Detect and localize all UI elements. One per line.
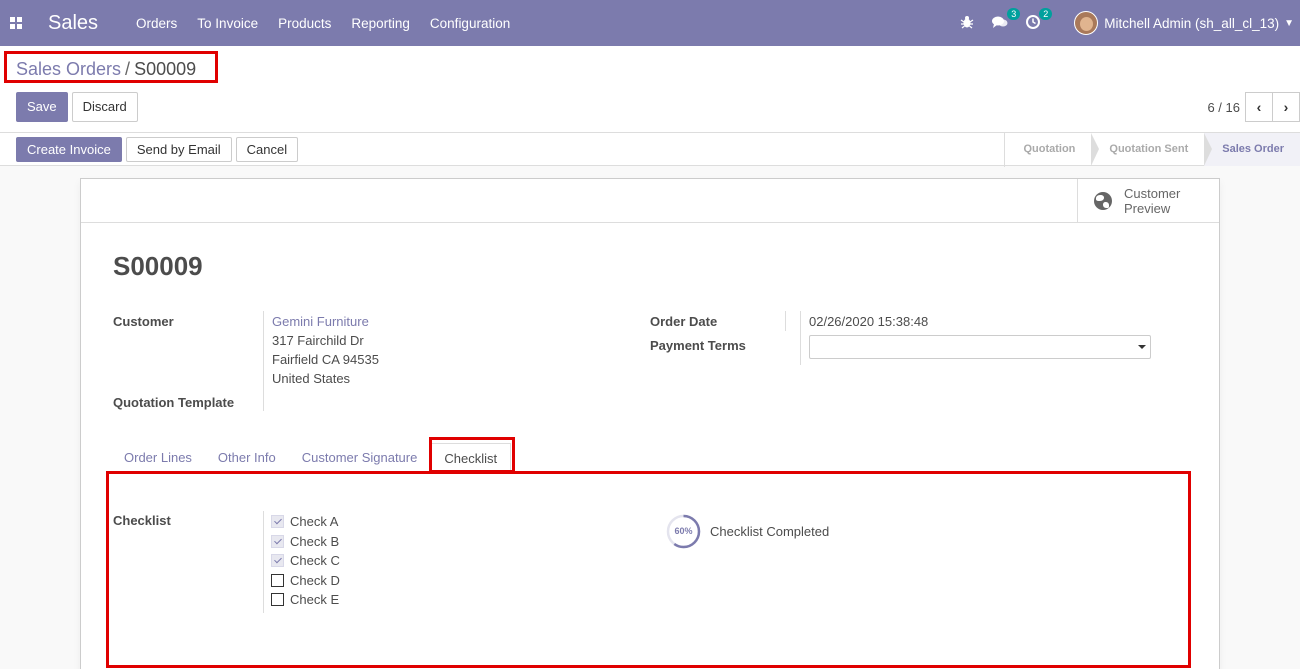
form-buttons: Save Discard: [16, 92, 138, 122]
caret-down-icon[interactable]: ▼: [1284, 18, 1294, 29]
tab-divider: [111, 472, 1189, 473]
stage-quotation-sent[interactable]: Quotation Sent: [1091, 133, 1213, 166]
cancel-button[interactable]: Cancel: [235, 137, 299, 162]
navbar-systray: 3 2 Mitchell Admin (sh_all_cl_13) ▼: [960, 0, 1300, 46]
main-menu: Orders To Invoice Products Reporting Con…: [136, 16, 530, 31]
pager: 6 / 16 ‹ ›: [1207, 92, 1300, 122]
tab-order-lines[interactable]: Order Lines: [111, 443, 205, 473]
send-by-email-button[interactable]: Send by Email: [125, 137, 232, 162]
order-date-value[interactable]: 02/26/2020 15:38:48: [809, 314, 928, 329]
customer-preview-line-1: Customer: [1124, 186, 1181, 201]
discard-button[interactable]: Discard: [71, 92, 138, 122]
address-line-2: Fairfield CA 94535: [272, 352, 379, 367]
quotation-template-label: Quotation Template: [113, 395, 235, 410]
checkbox-unchecked[interactable]: [271, 573, 284, 587]
user-avatar[interactable]: [1074, 11, 1099, 35]
menu-orders[interactable]: Orders: [136, 16, 177, 31]
tab-customer-signature[interactable]: Customer Signature: [289, 443, 431, 473]
checkbox-checked[interactable]: [271, 554, 284, 568]
apps-menu-icon[interactable]: [0, 0, 32, 46]
control-panel: Sales Orders / S00009 Save Discard 6 / 16 …: [0, 46, 1300, 167]
checklist-item-label: Check B: [290, 533, 340, 549]
customer-link[interactable]: Gemini Furniture: [272, 314, 369, 329]
globe-icon: [1094, 192, 1112, 210]
checklist-item[interactable]: Check E: [271, 590, 340, 610]
menu-products[interactable]: Products: [278, 16, 331, 31]
create-invoice-button[interactable]: Create Invoice: [16, 137, 122, 162]
form-sheet: Customer Preview S00009 Customer Gemini …: [80, 178, 1220, 669]
bug-icon[interactable]: [960, 15, 974, 32]
customer-preview-label: Customer Preview: [1124, 186, 1180, 216]
menu-configuration[interactable]: Configuration: [430, 16, 510, 31]
checklist-item-label: Check C: [290, 553, 340, 569]
stage-sales-order[interactable]: Sales Order: [1204, 133, 1300, 166]
user-menu[interactable]: Mitchell Admin (sh_all_cl_13): [1104, 16, 1279, 31]
save-button[interactable]: Save: [16, 92, 68, 122]
field-divider: [263, 511, 264, 613]
customer-preview-button[interactable]: Customer Preview: [1077, 179, 1219, 223]
breadcrumb-current: S00009: [134, 59, 197, 79]
breadcrumb-sales-orders[interactable]: Sales Orders: [16, 59, 121, 79]
field-divider: [800, 311, 801, 365]
breadcrumb-separator: /: [125, 59, 131, 79]
checkbox-unchecked[interactable]: [271, 593, 284, 607]
activity-badge: 2: [1039, 7, 1053, 20]
app-brand[interactable]: Sales: [48, 12, 98, 35]
checklist-item[interactable]: Check D: [271, 571, 340, 591]
pager-previous-icon[interactable]: ‹: [1245, 92, 1273, 122]
status-actions: Create Invoice Send by Email Cancel: [16, 137, 299, 162]
chat-icon[interactable]: 3: [992, 7, 1021, 32]
checklist-item[interactable]: Check C: [271, 551, 340, 571]
address-line-3: United States: [272, 371, 351, 386]
tab-checklist[interactable]: Checklist: [430, 443, 512, 473]
activity-clock-icon[interactable]: 2: [1026, 7, 1053, 32]
checklist-items: Check A Check B Check C Check D Check E: [271, 512, 340, 610]
caret-down-icon[interactable]: [1138, 345, 1146, 349]
statusbar: Create Invoice Send by Email Cancel Quot…: [0, 132, 1300, 167]
stage-pipeline: Quotation Quotation Sent Sales Order: [1004, 133, 1300, 167]
order-title: S00009: [113, 251, 203, 281]
address-line-1: 317 Fairchild Dr: [272, 333, 364, 348]
top-navbar: Sales Orders To Invoice Products Reporti…: [0, 0, 1300, 46]
field-divider: [785, 311, 786, 331]
pager-value[interactable]: 6 / 16: [1207, 100, 1240, 115]
chat-badge: 3: [1007, 7, 1021, 20]
order-date-label: Order Date: [650, 314, 718, 329]
field-divider: [263, 311, 264, 411]
progress-label: Checklist Completed: [710, 524, 830, 539]
tab-other-info[interactable]: Other Info: [205, 443, 289, 473]
checkbox-checked[interactable]: [271, 515, 284, 529]
customer-label: Customer: [113, 314, 174, 329]
checklist-item[interactable]: Check B: [271, 532, 340, 552]
breadcrumb: Sales Orders / S00009: [16, 59, 196, 80]
stage-quotation[interactable]: Quotation: [1005, 133, 1100, 166]
notebook-tabs: Order Lines Other Info Customer Signatur…: [111, 443, 512, 473]
progress-ring: 60%: [666, 514, 701, 549]
payment-terms-select[interactable]: [809, 335, 1151, 359]
checklist-label: Checklist: [113, 513, 171, 528]
payment-terms-label: Payment Terms: [650, 338, 746, 353]
button-box: Customer Preview: [81, 179, 1219, 223]
checklist-item-label: Check D: [290, 572, 340, 588]
menu-to-invoice[interactable]: To Invoice: [197, 16, 258, 31]
customer-preview-line-2: Preview: [1124, 201, 1171, 216]
progress-percent: 60%: [674, 526, 693, 536]
menu-reporting[interactable]: Reporting: [351, 16, 410, 31]
checklist-progress: 60% Checklist Completed: [666, 514, 829, 549]
checklist-item[interactable]: Check A: [271, 512, 340, 532]
pager-next-icon[interactable]: ›: [1272, 92, 1300, 122]
checklist-item-label: Check E: [290, 592, 340, 608]
checkbox-checked[interactable]: [271, 534, 284, 548]
checklist-item-label: Check A: [290, 514, 339, 530]
